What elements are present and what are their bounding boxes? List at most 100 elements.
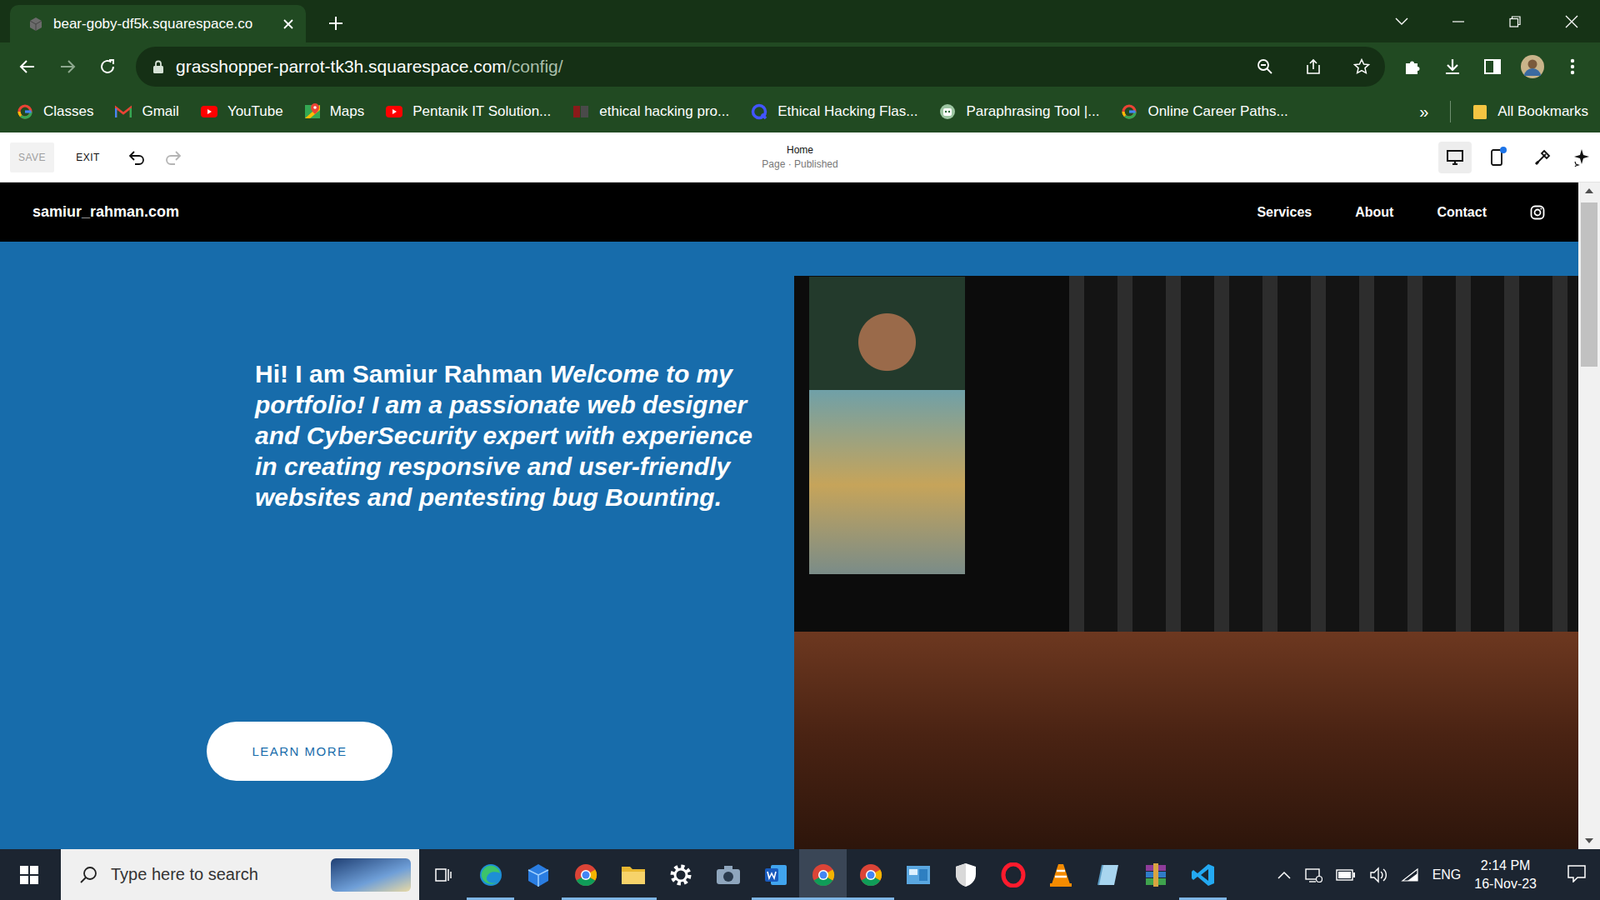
scroll-down-icon[interactable]: [1585, 838, 1594, 844]
redo-icon[interactable]: [165, 150, 182, 165]
forward-button[interactable]: [47, 46, 88, 87]
bookmark[interactable]: ethical hacking pro...: [572, 103, 730, 120]
editor-toolbar: SAVEEXITHomePage · Published: [0, 132, 1600, 183]
tab-title: bear-goby-df5k.squarespace.co: [53, 15, 273, 33]
zoom-out-icon[interactable]: [1256, 58, 1274, 75]
close-icon[interactable]: [282, 18, 295, 30]
start-button[interactable]: [0, 849, 59, 900]
mobile-view-button[interactable]: [1480, 141, 1514, 174]
notifications-button[interactable]: [1550, 864, 1594, 886]
bookmark[interactable]: Pentanik IT Solution...: [385, 103, 551, 120]
wifi-icon[interactable]: [1400, 867, 1420, 883]
chevron-up-icon[interactable]: [1277, 870, 1291, 880]
chrome-app-button[interactable]: [561, 849, 610, 900]
site-brand[interactable]: samiur_rahman.com: [32, 203, 180, 221]
arrow-right-icon: [58, 57, 77, 76]
opera-icon: [1000, 862, 1026, 888]
address-bar[interactable]: grasshopper-parrot-tk3h.squarespace.com/…: [135, 46, 1385, 87]
panel-app-button[interactable]: [894, 849, 942, 900]
control-panel-icon: [905, 864, 931, 886]
scroll-up-icon[interactable]: [1585, 188, 1594, 194]
scrollbar[interactable]: [1578, 182, 1600, 850]
scroll-thumb[interactable]: [1580, 202, 1598, 367]
shield-app-button[interactable]: [941, 849, 990, 900]
edge-app-button[interactable]: [466, 849, 515, 900]
reload-button[interactable]: [87, 46, 128, 87]
all-bookmarks-button[interactable]: All Bookmarks: [1472, 103, 1589, 120]
bookmark[interactable]: Maps: [305, 103, 365, 120]
clock[interactable]: 2:14 PM16-Nov-23: [1474, 856, 1537, 894]
vscode-app-button[interactable]: [1179, 849, 1227, 900]
bookmark-label: ethical hacking pro...: [599, 103, 730, 120]
bookmark[interactable]: YouTube: [200, 103, 284, 120]
word-icon: [764, 863, 788, 887]
battery-icon[interactable]: [1335, 869, 1356, 881]
taskbar-search[interactable]: Type here to search: [60, 849, 420, 900]
folder-app-button[interactable]: [609, 849, 657, 900]
settings-app-button[interactable]: [656, 849, 705, 900]
quizlet-icon: [750, 103, 768, 120]
task-view-icon: [433, 865, 454, 885]
bookmark[interactable]: Gmail: [115, 103, 179, 120]
avatar-icon: [1520, 54, 1545, 80]
page-info[interactable]: HomePage · Published: [761, 144, 838, 170]
learn-more-button[interactable]: LEARN MORE: [206, 721, 393, 781]
nav-link[interactable]: Services: [1256, 205, 1312, 220]
lock-icon[interactable]: [152, 60, 165, 74]
browser-tab[interactable]: bear-goby-df5k.squarespace.co: [10, 5, 306, 43]
reload-icon: [98, 57, 117, 76]
undo-icon[interactable]: [128, 150, 145, 165]
nav-link[interactable]: About: [1355, 205, 1394, 220]
browser-toolbar: grasshopper-parrot-tk3h.squarespace.com/…: [0, 42, 1600, 91]
menu-button[interactable]: [1552, 46, 1593, 87]
share-icon[interactable]: [1305, 58, 1322, 75]
network-monitor-icon[interactable]: [1304, 866, 1323, 884]
star-icon[interactable]: [1353, 58, 1370, 75]
opera-app-button[interactable]: [989, 849, 1037, 900]
downloads-button[interactable]: [1432, 46, 1473, 87]
hero-section: Hi! I am Samiur Rahman Welcome to my por…: [0, 241, 1579, 850]
chevron-down-icon: [1395, 17, 1409, 26]
exit-button[interactable]: EXIT: [75, 151, 100, 164]
chrome-app-button[interactable]: [799, 849, 847, 900]
volume-icon[interactable]: [1369, 866, 1388, 884]
site-page: samiur_rahman.com Services About Contact Hi!…: [0, 182, 1579, 850]
word-app-button[interactable]: [751, 849, 800, 900]
profile-button[interactable]: [1512, 46, 1553, 87]
bookmark[interactable]: Ethical Hacking Flas...: [750, 103, 918, 120]
minimize-button[interactable]: [1430, 0, 1487, 43]
bookmarks-bar: Classes Gmail YouTube Maps Pentanik IT Solut…: [0, 90, 1600, 133]
cube-app-icon: [525, 862, 551, 888]
bookmark-label: YouTube: [227, 103, 284, 120]
tab-search-button[interactable]: [1373, 0, 1430, 43]
camera-app-button[interactable]: [704, 849, 752, 900]
chrome-app-button[interactable]: [846, 849, 895, 900]
portrait-photo: [809, 276, 965, 575]
glass-app-button[interactable]: [1084, 849, 1132, 900]
design-brush-icon[interactable]: [1533, 148, 1552, 167]
back-button[interactable]: [7, 46, 48, 87]
bookmark[interactable]: Classes: [16, 103, 94, 120]
plus-icon[interactable]: [327, 15, 345, 32]
restore-button[interactable]: [1486, 0, 1544, 43]
extensions-button[interactable]: [1392, 46, 1433, 87]
close-window-button[interactable]: [1543, 0, 1600, 43]
desktop-view-button[interactable]: [1438, 141, 1472, 174]
gear-icon: [669, 863, 693, 887]
task-view-button[interactable]: [419, 849, 467, 900]
vlc-app-button[interactable]: [1036, 849, 1085, 900]
winrar-app-button[interactable]: [1131, 849, 1180, 900]
bookmark[interactable]: Paraphrasing Tool |...: [939, 103, 1100, 120]
bookmark[interactable]: Online Career Paths...: [1120, 103, 1288, 120]
cube-app-button[interactable]: [514, 849, 562, 900]
bookmarks-overflow-button[interactable]: »: [1419, 102, 1429, 122]
vlc-icon: [1049, 862, 1073, 888]
input-language[interactable]: ENG: [1432, 867, 1462, 883]
sparkle-icon[interactable]: [1571, 148, 1590, 167]
close-icon: [1565, 15, 1579, 29]
nav-link[interactable]: Contact: [1436, 205, 1487, 220]
side-panel-button[interactable]: [1472, 46, 1513, 87]
instagram-icon[interactable]: [1530, 205, 1545, 220]
side-panel-icon: [1483, 57, 1502, 76]
minimize-icon: [1452, 20, 1465, 23]
